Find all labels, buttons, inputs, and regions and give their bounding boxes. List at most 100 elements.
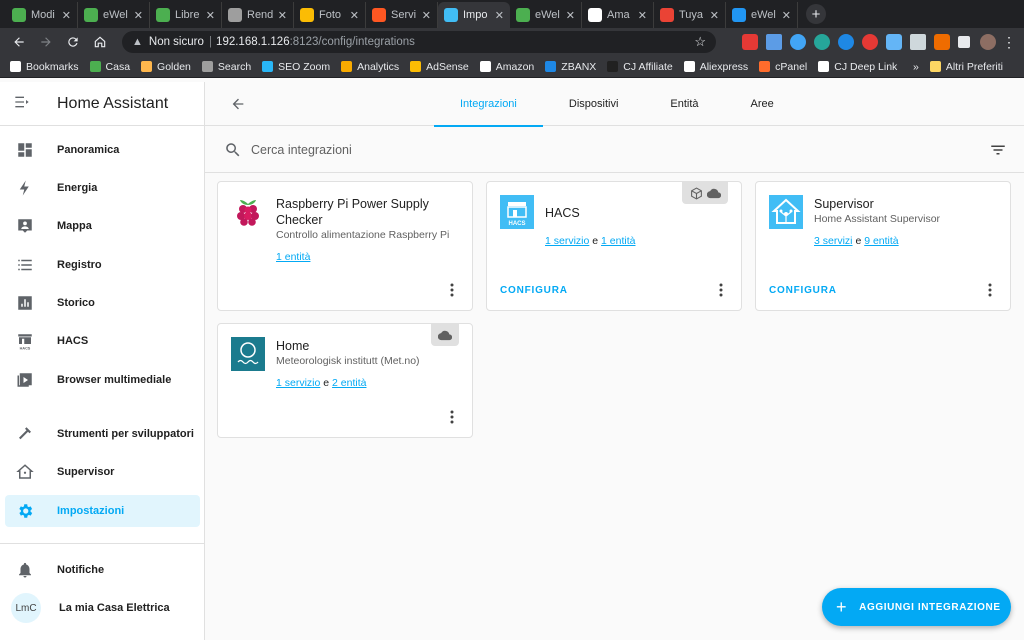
more-vert-icon[interactable]: ⋮	[1002, 34, 1016, 51]
close-icon[interactable]: ✕	[495, 9, 504, 22]
bookmark-item[interactable]: Golden	[141, 61, 191, 73]
sidebar-item-impostazioni[interactable]: Impostazioni	[5, 495, 200, 527]
configure-button[interactable]: CONFIGURA	[500, 285, 568, 296]
tab-aree[interactable]: Aree	[725, 82, 800, 126]
close-icon[interactable]: ✕	[422, 9, 431, 22]
menu-open-icon[interactable]	[14, 95, 30, 112]
close-icon[interactable]: ✕	[134, 9, 143, 22]
browser-tab[interactable]: Modi ✕	[6, 2, 78, 28]
extension-icon[interactable]	[742, 34, 758, 50]
services-link[interactable]: 1 servizio	[276, 377, 320, 389]
browser-tab[interactable]: Libre ✕	[150, 2, 222, 28]
bookmark-item[interactable]: Casa	[89, 61, 130, 73]
search-input[interactable]	[251, 142, 851, 157]
browser-tab[interactable]: eWel ✕	[510, 2, 582, 28]
integration-card-raspberry-pi[interactable]: Raspberry Pi Power Supply Checker Contro…	[217, 181, 473, 311]
filter-icon[interactable]	[988, 140, 1008, 160]
bookmark-item[interactable]: Bookmarks	[10, 61, 79, 73]
more-vert-icon[interactable]	[984, 282, 996, 298]
sidebar-item-notifications[interactable]: Notifiche	[5, 554, 200, 586]
close-icon[interactable]: ✕	[710, 9, 719, 22]
extension-icon[interactable]	[814, 34, 830, 50]
browser-tab[interactable]: eWel ✕	[78, 2, 150, 28]
sidebar-item-energia[interactable]: Energia	[5, 172, 200, 204]
extension-icon[interactable]	[934, 34, 950, 50]
tab-integrazioni[interactable]: Integrazioni	[434, 82, 543, 127]
integration-name: Raspberry Pi Power Supply Checker	[276, 197, 429, 227]
sidebar-item-panoramica[interactable]: Panoramica	[5, 134, 200, 166]
close-icon[interactable]: ✕	[638, 9, 647, 22]
bookmark-item[interactable]: ZBANX	[545, 61, 596, 73]
integration-card-hacs[interactable]: HACS HACS 1 servizio e 1 entità CONFIGUR…	[486, 181, 742, 311]
entities-link[interactable]: 9 entità	[864, 235, 898, 247]
sidebar-item-profile[interactable]: LmC La mia Casa Elettrica	[5, 592, 200, 624]
more-vert-icon[interactable]	[446, 282, 458, 298]
sidebar-item-strumenti-per-sviluppatori[interactable]: Strumenti per sviluppatori	[5, 418, 200, 450]
more-vert-icon[interactable]	[715, 282, 727, 298]
bookmark-item[interactable]: Aliexpress	[683, 61, 748, 73]
add-integration-button[interactable]: + AGGIUNGI INTEGRAZIONE	[822, 588, 1011, 626]
extension-icon[interactable]	[910, 34, 926, 50]
bookmark-item[interactable]: CJ Affiliate	[607, 61, 673, 73]
close-icon[interactable]: ✕	[278, 9, 287, 22]
integration-card-supervisor[interactable]: Supervisor Home Assistant Supervisor 3 s…	[755, 181, 1011, 311]
browser-tab[interactable]: Servi ✕	[366, 2, 438, 28]
dropbox-icon[interactable]	[766, 34, 782, 50]
close-icon[interactable]: ✕	[206, 9, 215, 22]
entities-link[interactable]: 1 entità	[601, 235, 635, 247]
bookmark-item[interactable]: Search	[201, 61, 251, 73]
bookmark-star-icon[interactable]: ☆	[694, 34, 706, 50]
bookmark-item[interactable]: SEO Zoom	[262, 61, 330, 73]
services-link[interactable]: 1 servizio	[545, 235, 589, 247]
bookmark-item[interactable]: CJ Deep Link	[818, 61, 897, 73]
more-vert-icon[interactable]	[446, 409, 458, 425]
back-arrow-icon[interactable]	[227, 93, 249, 115]
browser-tab[interactable]: Foto ✕	[294, 2, 366, 28]
extension-icon[interactable]	[886, 34, 902, 50]
bookmark-item[interactable]: Analytics	[341, 61, 399, 73]
close-icon[interactable]: ✕	[350, 9, 359, 22]
close-icon[interactable]: ✕	[566, 9, 575, 22]
tab-title: Libre	[175, 9, 200, 21]
sidebar-item-supervisor[interactable]: Supervisor	[5, 456, 200, 488]
bookmark-item[interactable]: Amazon	[479, 61, 534, 73]
other-bookmarks[interactable]: Altri Preferiti	[929, 61, 1003, 73]
bookmark-item[interactable]: cPanel	[759, 61, 807, 73]
entities-link[interactable]: 2 entità	[332, 377, 366, 389]
browser-tab[interactable]: Tuya ✕	[654, 2, 726, 28]
home-icon[interactable]	[89, 31, 111, 53]
puzzle-icon[interactable]	[958, 36, 970, 48]
more-bookmarks-icon[interactable]: »	[913, 61, 919, 73]
profile-avatar[interactable]	[980, 34, 996, 50]
sidebar-item-storico[interactable]: Storico	[5, 287, 200, 319]
browser-tab[interactable]: Ama ✕	[582, 2, 654, 28]
close-icon[interactable]: ✕	[782, 9, 791, 22]
list-icon	[15, 255, 35, 275]
integration-card-met-no[interactable]: Home Meteorologisk institutt (Met.no) 1 …	[217, 323, 473, 438]
configure-button[interactable]: CONFIGURA	[769, 285, 837, 296]
add-integration-label: AGGIUNGI INTEGRAZIONE	[859, 601, 1001, 613]
sidebar-item-hacs[interactable]: HACS HACS	[5, 325, 200, 357]
forward-arrow-icon[interactable]	[35, 31, 57, 53]
bookmark-item[interactable]: AdSense	[410, 61, 469, 73]
tab-dispositivi[interactable]: Dispositivi	[543, 82, 645, 126]
sidebar-item-mappa[interactable]: Mappa	[5, 210, 200, 242]
reload-icon[interactable]	[62, 31, 84, 53]
sidebar-item-registro[interactable]: Registro	[5, 249, 200, 281]
browser-tab[interactable]: eWel ✕	[726, 2, 798, 28]
hacs-logo-icon: HACS	[500, 195, 534, 229]
sidebar-item-browser-multimediale[interactable]: Browser multimediale	[5, 364, 200, 396]
browser-tab[interactable]: Impo ✕	[438, 2, 510, 28]
tab-entità[interactable]: Entità	[644, 82, 724, 126]
browser-tab[interactable]: Rend ✕	[222, 2, 294, 28]
address-bar[interactable]: ▲ Non sicuro | 192.168.1.126 :8123/confi…	[122, 31, 716, 53]
extension-icon[interactable]	[862, 34, 878, 50]
extension-icon[interactable]	[838, 34, 854, 50]
entities-link[interactable]: 1 entità	[276, 251, 310, 263]
close-icon[interactable]: ✕	[62, 9, 71, 22]
back-arrow-icon[interactable]	[8, 31, 30, 53]
services-link[interactable]: 3 servizi	[814, 235, 853, 247]
extension-icon[interactable]	[790, 34, 806, 50]
new-tab-button[interactable]: +	[806, 4, 826, 24]
integration-name: HACS	[545, 206, 580, 220]
